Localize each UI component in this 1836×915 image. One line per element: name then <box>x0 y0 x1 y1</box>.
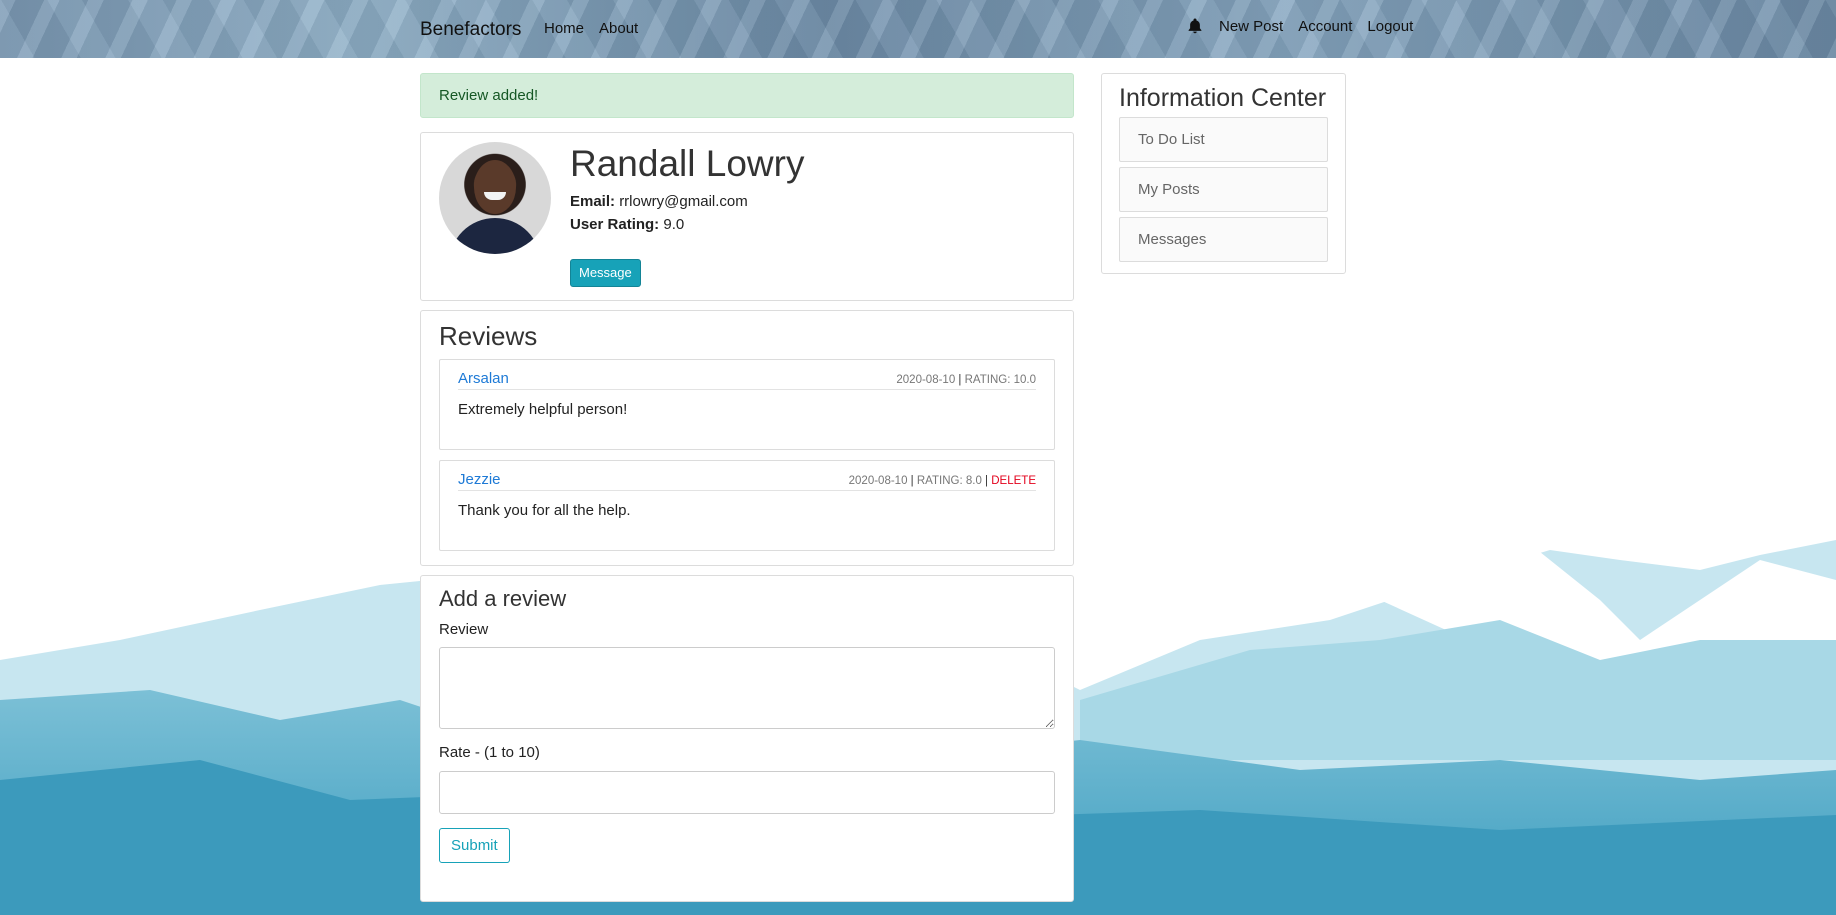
brand-logo[interactable]: Benefactors <box>420 19 521 41</box>
profile-email-row: Email: rrlowry@gmail.com <box>570 193 748 210</box>
user-rating-label: User Rating: <box>570 216 660 233</box>
review-rating: RATING: 10.0 <box>964 374 1036 386</box>
sidebar-item-my-posts[interactable]: My Posts <box>1119 167 1328 212</box>
review-textarea[interactable] <box>439 647 1055 729</box>
message-button[interactable]: Message <box>570 259 641 287</box>
profile-card: Randall Lowry Email: rrlowry@gmail.com U… <box>420 132 1074 301</box>
review-header: Jezzie 2020-08-10 | RATING: 8.0 | DELETE <box>458 471 1036 491</box>
review-item: Jezzie 2020-08-10 | RATING: 8.0 | DELETE… <box>439 460 1055 551</box>
bell-icon[interactable] <box>1186 17 1204 35</box>
information-center: Information Center To Do List My Posts M… <box>1101 73 1346 274</box>
nav-left-links: Home About <box>544 20 638 37</box>
review-header: Arsalan 2020-08-10 | RATING: 10.0 <box>458 370 1036 390</box>
meta-separator: | <box>958 374 962 386</box>
nav-new-post-link[interactable]: New Post <box>1219 18 1283 35</box>
main-column: Review added! Randall Lowry Email: rrlow… <box>420 73 1074 902</box>
reviewer-link[interactable]: Jezzie <box>458 471 501 488</box>
review-item: Arsalan 2020-08-10 | RATING: 10.0 Extrem… <box>439 359 1055 450</box>
add-review-form: Add a review Review Rate - (1 to 10) Sub… <box>420 575 1074 902</box>
reviews-heading: Reviews <box>439 321 538 351</box>
nav-account-link[interactable]: Account <box>1298 18 1352 35</box>
profile-rating-row: User Rating: 9.0 <box>570 216 684 233</box>
review-field-label: Review <box>439 621 489 638</box>
profile-name: Randall Lowry <box>570 143 805 184</box>
success-alert: Review added! <box>420 73 1074 118</box>
meta-separator: | <box>910 475 914 487</box>
sidebar-item-messages[interactable]: Messages <box>1119 217 1328 262</box>
sidebar-item-to-do-list[interactable]: To Do List <box>1119 117 1328 162</box>
delete-review-link[interactable]: DELETE <box>991 475 1036 487</box>
user-rating-value: 9.0 <box>663 216 685 233</box>
sidebar: Information Center To Do List My Posts M… <box>1101 73 1346 274</box>
reviews-section: Reviews Arsalan 2020-08-10 | RATING: 10.… <box>420 310 1074 566</box>
submit-button[interactable]: Submit <box>439 828 510 863</box>
review-meta: 2020-08-10 | RATING: 10.0 <box>896 374 1036 386</box>
review-text: Extremely helpful person! <box>458 401 628 418</box>
add-review-heading: Add a review <box>439 586 567 611</box>
rate-field-label: Rate - (1 to 10) <box>439 744 540 761</box>
nav-home-link[interactable]: Home <box>544 20 584 37</box>
nav-logout-link[interactable]: Logout <box>1367 18 1413 35</box>
top-navbar: Benefactors Home About New Post Account … <box>0 0 1836 58</box>
information-center-heading: Information Center <box>1119 84 1327 112</box>
review-rating: RATING: 8.0 <box>916 475 982 487</box>
meta-separator: | <box>985 475 989 487</box>
review-date: 2020-08-10 <box>848 475 908 487</box>
nav-about-link[interactable]: About <box>599 20 638 37</box>
review-date: 2020-08-10 <box>896 374 956 386</box>
email-label: Email: <box>570 193 616 210</box>
rate-input[interactable] <box>439 771 1055 814</box>
avatar <box>439 142 551 254</box>
review-meta: 2020-08-10 | RATING: 8.0 | DELETE <box>849 475 1036 487</box>
review-text: Thank you for all the help. <box>458 502 631 519</box>
email-value: rrlowry@gmail.com <box>619 193 748 210</box>
nav-right-links: New Post Account Logout <box>1186 17 1413 35</box>
reviewer-link[interactable]: Arsalan <box>458 370 509 387</box>
